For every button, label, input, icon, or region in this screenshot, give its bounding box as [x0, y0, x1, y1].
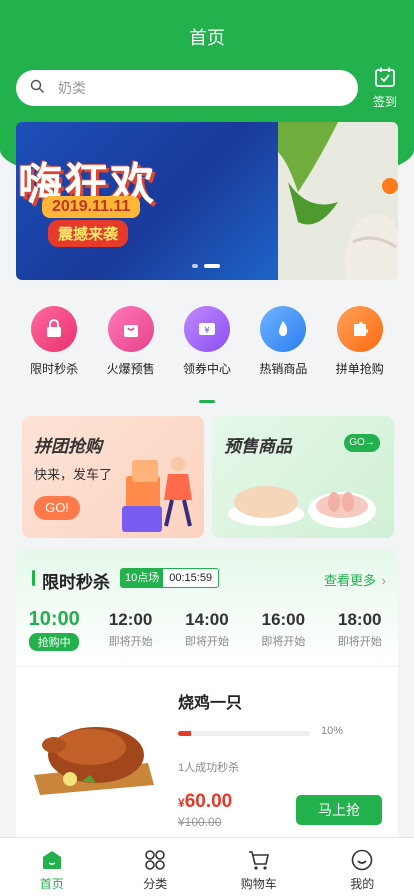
time-slot[interactable]: 18:00 即将开始 [328, 610, 392, 651]
slot-time: 10:00 [28, 608, 80, 630]
home-icon [0, 848, 104, 872]
sold-count: 1人成功秒杀 [178, 762, 240, 774]
puzzle-icon [336, 306, 383, 352]
sale-progress-bar [178, 731, 310, 736]
countdown-value: 00:15:59 [163, 569, 219, 587]
view-more-label: 查看更多 [324, 573, 377, 588]
time-slot-active[interactable]: 10:00 抢购中 [22, 608, 86, 651]
tab-label: 分类 [143, 877, 168, 891]
product-name: 烧鸡一只 [178, 695, 243, 712]
shopping-bag-icon [107, 306, 154, 352]
category-grid: 限时秒杀 火爆预售 ¥ 领券中心 热销商品 拼单抢购 [0, 306, 414, 377]
vegetables-illustration [278, 122, 398, 280]
slot-time: 12:00 [108, 610, 153, 629]
signin-label: 签到 [372, 95, 397, 109]
carousel-dot-active[interactable] [204, 264, 220, 268]
group-buy-go-button[interactable]: GO! [34, 496, 80, 520]
search-icon [30, 79, 44, 98]
calendar-check-icon [374, 67, 396, 91]
flame-icon [260, 306, 307, 352]
time-slots: 10:00 抢购中 12:00 即将开始 14:00 即将开始 16:00 即将… [16, 608, 398, 651]
tab-cart[interactable]: 购物车 [207, 838, 311, 896]
tab-label: 我的 [350, 877, 375, 891]
category-group-buy[interactable]: 拼单抢购 [328, 306, 392, 377]
slot-time: 18:00 [338, 610, 382, 629]
price-value: 60.00 [184, 791, 233, 812]
tab-profile[interactable]: 我的 [311, 838, 414, 896]
time-slot[interactable]: 12:00 即将开始 [99, 610, 163, 651]
presale-go-button[interactable]: GO→ [344, 434, 380, 452]
category-flash-sale[interactable]: 限时秒杀 [22, 306, 86, 377]
tab-label: 首页 [39, 877, 64, 891]
search-input[interactable]: 奶类 [16, 70, 358, 106]
slot-time: 16:00 [261, 610, 306, 629]
flash-sale-title: 限时秒杀 [42, 573, 110, 592]
time-slot[interactable]: 16:00 即将开始 [251, 610, 315, 651]
flash-sale-section: 限时秒杀 10点场 00:15:59 查看更多 › 10:00 抢购中 12:0… [16, 550, 398, 666]
tab-home[interactable]: 首页 [0, 838, 104, 896]
slot-status: 抢购中 [29, 633, 80, 651]
search-placeholder: 奶类 [58, 80, 86, 96]
category-hot[interactable]: 热销商品 [251, 306, 315, 377]
roast-chicken-image [34, 727, 154, 795]
shopping-girl-illustration [122, 457, 192, 532]
chevron-right-icon: › [381, 573, 386, 588]
signin-button[interactable]: 签到 [370, 66, 400, 110]
sale-progress-fill [178, 731, 192, 736]
profile-icon [311, 848, 414, 872]
currency-symbol: ¥ [178, 796, 185, 810]
time-slot[interactable]: 14:00 即将开始 [175, 610, 239, 651]
session-label: 10点场 [121, 569, 164, 587]
category-label: 火爆预售 [106, 362, 155, 376]
banner-slide-vegetables [278, 122, 398, 280]
category-label: 热销商品 [259, 362, 308, 376]
section-accent-bar [32, 570, 35, 586]
countdown-timer: 10点场 00:15:59 [120, 568, 220, 588]
view-more-link[interactable]: 查看更多 › [324, 570, 386, 589]
banner-date: 2019.11.11 [42, 196, 141, 218]
category-coupons[interactable]: ¥ 领券中心 [175, 306, 239, 377]
banner-subtitle: 震撼来袭 [48, 220, 129, 247]
svg-text:¥: ¥ [204, 326, 210, 336]
slot-status: 即将开始 [337, 636, 382, 648]
slot-status: 即将开始 [184, 636, 229, 648]
carousel-dot[interactable] [192, 264, 198, 268]
cart-icon [207, 848, 311, 872]
page-title: 首页 [189, 28, 225, 48]
group-buy-title: 拼团抢购 [34, 437, 102, 456]
category-icon [104, 848, 208, 872]
slot-time: 14:00 [185, 610, 229, 629]
group-buy-desc: 快来，发车了 [34, 467, 113, 482]
category-presale[interactable]: 火爆预售 [99, 306, 163, 377]
slot-status: 即将开始 [261, 636, 306, 648]
category-label: 限时秒杀 [30, 362, 79, 376]
bottom-tab-bar: 首页 分类 购物车 我的 [0, 837, 414, 896]
slot-status: 即将开始 [108, 636, 153, 648]
tab-label: 购物车 [240, 877, 277, 891]
product-card[interactable]: 烧鸡一只 10% 1人成功秒杀 ¥60.00 ¥100.00 马上抢 [16, 667, 398, 837]
original-price: ¥100.00 [178, 815, 222, 829]
sale-price: ¥60.00 [178, 791, 232, 813]
coupon-icon: ¥ [183, 306, 230, 352]
tab-category[interactable]: 分类 [104, 838, 208, 896]
presale-card[interactable]: 预售商品 GO→ [212, 416, 394, 538]
lock-bag-icon [31, 306, 78, 352]
buy-now-button[interactable]: 马上抢 [296, 795, 382, 825]
promo-banner[interactable]: 嗨狂欢 2019.11.11 震撼来袭 [16, 122, 398, 280]
banner-slide-double11: 嗨狂欢 2019.11.11 震撼来袭 [16, 122, 278, 280]
group-buy-card[interactable]: 拼团抢购 快来，发车了 GO! [22, 416, 204, 538]
sale-progress-percent: 10% [321, 725, 344, 737]
category-page-indicator [199, 400, 215, 403]
category-label: 拼单抢购 [335, 362, 384, 376]
category-label: 领券中心 [182, 362, 231, 376]
raw-chicken-illustration [228, 486, 376, 528]
presale-title: 预售商品 [224, 437, 292, 456]
